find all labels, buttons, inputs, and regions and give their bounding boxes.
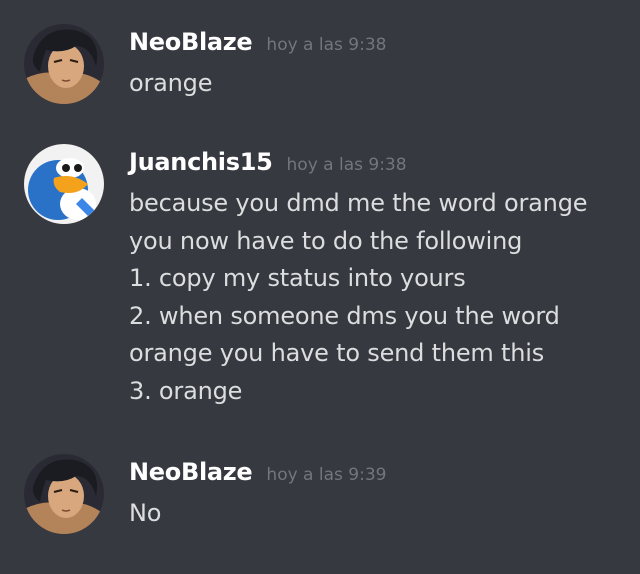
message-line: orange bbox=[129, 69, 213, 97]
anime-character-avatar-icon bbox=[24, 24, 104, 104]
message-line: because you dmd me the word orange bbox=[129, 189, 588, 217]
avatar[interactable] bbox=[24, 144, 104, 224]
avatar[interactable] bbox=[24, 24, 104, 104]
message-content: No bbox=[129, 495, 161, 533]
message-content: because you dmd me the word orange you n… bbox=[129, 185, 587, 410]
message-line: orange you have to send them this bbox=[129, 339, 544, 367]
message-header: Juanchis15 hoy a las 9:38 bbox=[129, 148, 407, 176]
timestamp: hoy a las 9:38 bbox=[266, 35, 387, 55]
username[interactable]: Juanchis15 bbox=[129, 148, 273, 176]
message-line: you now have to do the following bbox=[129, 226, 523, 255]
username[interactable]: NeoBlaze bbox=[129, 458, 253, 486]
message-line: No bbox=[129, 499, 162, 527]
timestamp: hoy a las 9:38 bbox=[286, 155, 407, 175]
message-header: NeoBlaze hoy a las 9:38 bbox=[129, 28, 386, 56]
message-header: NeoBlaze hoy a las 9:39 bbox=[129, 458, 386, 486]
penguin-avatar-icon bbox=[24, 144, 104, 224]
message-content: orange bbox=[129, 65, 212, 103]
message-line: 2. when someone dms you the word bbox=[129, 301, 560, 330]
timestamp: hoy a las 9:39 bbox=[266, 465, 387, 485]
message-line: 1. copy my status into yours bbox=[129, 264, 466, 292]
anime-character-avatar-icon bbox=[24, 454, 104, 534]
message-line: 3. orange bbox=[129, 376, 243, 405]
username[interactable]: NeoBlaze bbox=[129, 28, 253, 56]
avatar[interactable] bbox=[24, 454, 104, 534]
